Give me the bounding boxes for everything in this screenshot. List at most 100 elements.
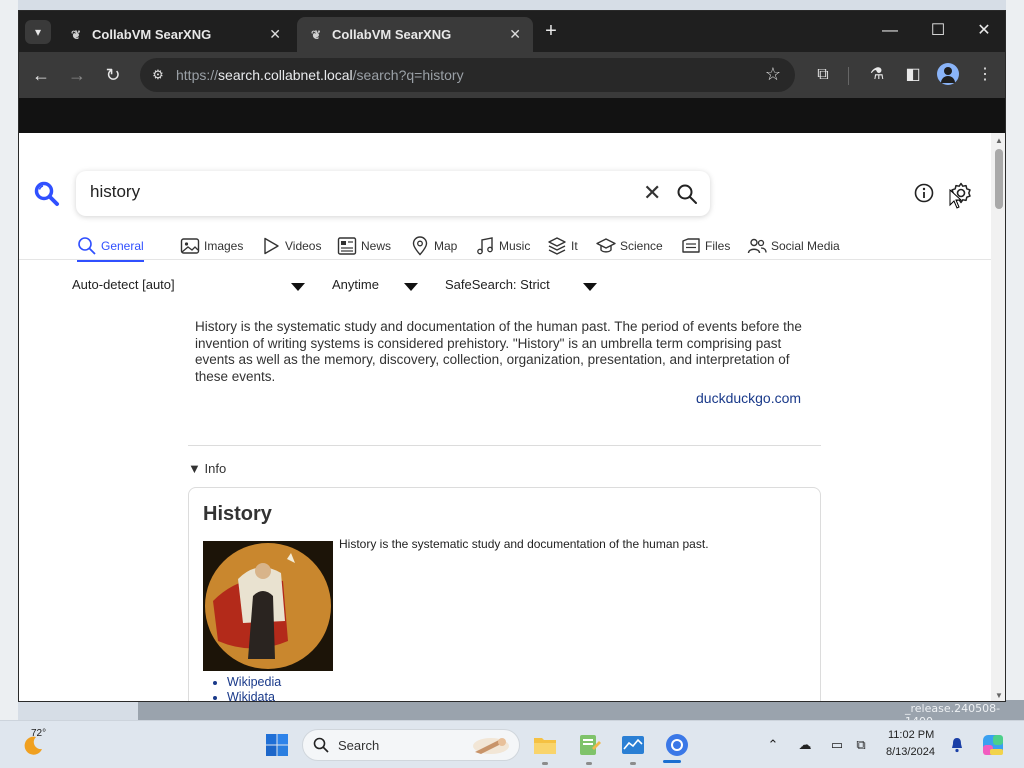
category-news[interactable]: News [337,233,391,259]
file-explorer-icon[interactable] [532,732,558,758]
close-icon[interactable]: ✕ [969,20,999,42]
search-icon [78,237,96,255]
bookmark-star-icon[interactable]: ☆ [765,64,781,85]
category-files[interactable]: Files [681,233,730,259]
info-toggle-label: Info [204,461,227,476]
tab-close-icon[interactable]: ✕ [269,26,281,43]
forward-icon[interactable]: → [65,63,89,87]
scroll-up-icon[interactable]: ▲ [995,136,1003,145]
notepad-indicator [586,762,592,765]
answer-source-link[interactable]: duckduckgo.com [696,390,801,406]
minimize-icon[interactable]: — [875,20,905,42]
about-info-icon[interactable] [913,182,935,204]
graduation-cap-icon [596,238,616,253]
infobox-link-item: Wikipedia [227,675,281,690]
notification-bell-icon[interactable] [948,736,966,754]
page-scrollbar[interactable]: ▲ ▼ [991,133,1005,701]
newspaper-icon [337,237,357,255]
display-icon[interactable]: ▭ [828,736,846,754]
category-label: News [361,239,392,253]
wikipedia-link[interactable]: Wikipedia [227,675,281,689]
map-pin-icon [412,236,428,256]
file-icon [682,238,700,253]
tab-inactive[interactable]: ❦ CollabVM SearXNG ✕ [57,17,293,52]
desktop-right-window-edge [1006,0,1024,720]
category-label: Music [499,239,531,253]
category-social-media[interactable]: Social Media [747,233,840,259]
tab-title: CollabVM SearXNG [92,27,212,42]
category-it[interactable]: It [547,233,578,259]
windows-start-icon[interactable] [265,733,289,757]
profile-icon[interactable] [937,63,959,85]
infobox-links: Wikipedia Wikidata [227,675,281,701]
back-icon[interactable]: ← [29,63,53,87]
category-map[interactable]: Map [410,233,457,259]
tab-active[interactable]: ❦ CollabVM SearXNG ✕ [297,17,533,52]
time-range-dropdown-icon[interactable] [404,283,418,291]
tab-close-icon[interactable]: ✕ [509,26,521,43]
language-select[interactable]: Auto-detect [auto] [72,277,175,292]
category-general[interactable]: General [77,233,144,262]
chrome-browser-icon[interactable] [664,732,690,758]
notepad-app-icon[interactable] [576,732,602,758]
clear-search-icon[interactable]: ✕ [643,181,661,205]
tab-strip: ▾ ❦ CollabVM SearXNG ✕ ❦ CollabVM SearXN… [19,11,1005,52]
category-music[interactable]: Music [475,233,530,259]
clock-date[interactable]: 8/13/2024 [886,746,935,758]
url-scheme: https:// [176,67,219,83]
language-dropdown-icon[interactable] [291,283,305,291]
weather-temperature[interactable]: 72° [31,728,46,739]
category-label: It [571,239,578,253]
browser-window: ▾ ❦ CollabVM SearXNG ✕ ❦ CollabVM SearXN… [18,10,1006,702]
onedrive-cloud-icon[interactable]: ☁ [796,736,814,754]
scrollbar-thumb[interactable] [995,149,1003,209]
infobox-link-item: Wikidata [227,690,281,701]
copilot-icon[interactable] [982,734,1004,756]
side-panel-icon[interactable]: ◧ [901,63,925,87]
info-toggle[interactable]: ▼ Info [188,461,226,476]
new-tab-icon[interactable]: + [539,20,563,44]
maximize-icon[interactable]: ☐ [923,20,953,42]
extensions-icon[interactable]: ⧉ [811,63,835,87]
category-videos[interactable]: Videos [261,233,321,259]
scroll-down-icon[interactable]: ▼ [995,691,1003,700]
disclosure-triangle-icon: ▼ [188,461,201,476]
tab-favicon-icon: ❦ [310,27,322,42]
desktop-left-window-edge [0,0,18,720]
site-info-icon[interactable]: ⚙ [149,66,167,84]
safesearch-dropdown-icon[interactable] [583,283,597,291]
menu-icon[interactable]: ⋮ [973,63,997,87]
category-science[interactable]: Science [596,233,663,259]
task-manager-icon[interactable] [620,732,646,758]
reload-icon[interactable]: ↻ [101,63,125,87]
category-label: Map [434,239,458,253]
chrome-active-indicator [663,760,681,763]
wikidata-link[interactable]: Wikidata [227,690,275,701]
answer-text: History is the systematic study and docu… [195,319,802,384]
browser-toolbar: ← → ↻ ⚙ https://search.collabnet.local/s… [19,52,1005,98]
toolbar-extension-bar [19,98,1005,133]
time-range-select[interactable]: Anytime [332,277,379,292]
show-hidden-icons-chevron-icon[interactable]: ⌃ [764,736,782,754]
toolbar-separator [848,67,849,85]
network-icon[interactable]: ⧉ [852,736,870,754]
url-text[interactable]: https://search.collabnet.local/search?q=… [176,67,464,83]
url-host: search.collabnet.local [218,67,353,83]
clock-time[interactable]: 11:02 PM [888,729,934,741]
search-submit-icon[interactable] [676,183,698,205]
searxng-logo-icon[interactable] [34,181,60,207]
file-explorer-indicator [542,762,548,765]
image-icon [180,238,200,254]
infobox: History History is the systematic study … [188,487,821,701]
tab-search-icon[interactable]: ▾ [25,20,51,44]
labs-icon[interactable]: ⚗ [865,63,889,87]
taskbar-search-box[interactable]: Search [302,729,520,761]
search-input[interactable] [90,182,630,202]
infobox-image[interactable] [203,541,333,671]
category-images[interactable]: Images [180,233,243,259]
tab-favicon-icon: ❦ [70,27,82,42]
category-label: Videos [285,239,322,253]
play-icon [264,237,279,255]
safesearch-select[interactable]: SafeSearch: Strict [445,277,550,292]
address-bar[interactable]: ⚙ https://search.collabnet.local/search?… [140,58,795,92]
